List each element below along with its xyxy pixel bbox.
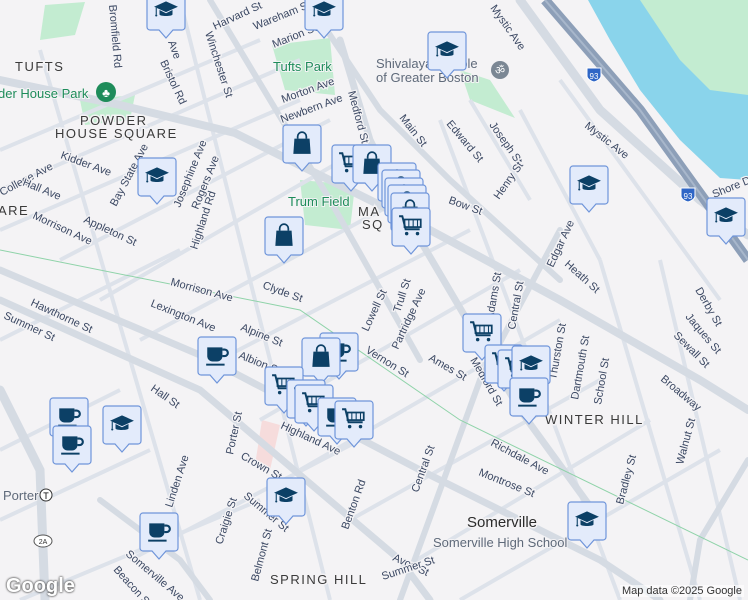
cafe-marker[interactable] bbox=[197, 336, 237, 384]
svg-text:Walnut St: Walnut St bbox=[674, 417, 698, 466]
svg-text:WINTER HILL: WINTER HILL bbox=[545, 412, 644, 427]
svg-text:Craigie St: Craigie St bbox=[213, 496, 239, 546]
svg-text:93: 93 bbox=[684, 192, 693, 201]
svg-text:TUFTS: TUFTS bbox=[15, 59, 64, 74]
svg-text:Lowell St: Lowell St bbox=[360, 288, 390, 334]
svg-text:Winchester St: Winchester St bbox=[202, 30, 235, 99]
svg-text:Somerville High School: Somerville High School bbox=[433, 535, 568, 550]
svg-text:Morrison Ave: Morrison Ave bbox=[31, 210, 94, 248]
google-logo: Google bbox=[6, 575, 75, 597]
school-marker[interactable] bbox=[146, 0, 186, 39]
route-2a-shield: 2A bbox=[33, 534, 53, 548]
svg-text:T: T bbox=[43, 491, 49, 501]
svg-text:Mystic Ave: Mystic Ave bbox=[488, 3, 528, 53]
school-marker[interactable] bbox=[569, 165, 609, 213]
interstate-93-shield: 93 bbox=[586, 67, 602, 83]
svg-text:ARE: ARE bbox=[0, 203, 29, 218]
svg-text:Porter: Porter bbox=[3, 488, 39, 503]
svg-text:♣: ♣ bbox=[102, 86, 110, 100]
temple-icon: ॐ bbox=[491, 61, 509, 79]
cafe-marker[interactable] bbox=[509, 377, 549, 425]
svg-text:Vernon St: Vernon St bbox=[363, 344, 410, 380]
svg-text:Trum Field: Trum Field bbox=[288, 194, 350, 209]
svg-text:2A: 2A bbox=[39, 539, 48, 546]
school-marker[interactable] bbox=[706, 197, 746, 245]
svg-text:Somerville: Somerville bbox=[467, 514, 537, 531]
school-marker[interactable] bbox=[567, 501, 607, 549]
svg-text:School St: School St bbox=[592, 357, 612, 405]
svg-text:HOUSE SQUARE: HOUSE SQUARE bbox=[55, 126, 178, 141]
school-marker[interactable] bbox=[137, 157, 177, 205]
svg-text:Dartmouth St: Dartmouth St bbox=[569, 335, 592, 401]
park-area-2 bbox=[40, 2, 85, 40]
svg-text:Ames St: Ames St bbox=[427, 352, 469, 383]
svg-text:Montrose St: Montrose St bbox=[477, 467, 536, 500]
transit-icon: T bbox=[39, 488, 53, 502]
svg-text:Hall St: Hall St bbox=[148, 383, 181, 411]
map-canvas[interactable]: 93 93 2A TUFTS POWDER HOUSE SQUARE ARE W… bbox=[0, 0, 748, 600]
svg-text:Hall Ave: Hall Ave bbox=[21, 177, 63, 203]
cafe-marker[interactable] bbox=[52, 425, 92, 473]
park-tree-icon: ♣ bbox=[96, 82, 116, 102]
svg-text:Morrison Ave: Morrison Ave bbox=[169, 276, 234, 304]
svg-text:Heath St: Heath St bbox=[562, 258, 602, 296]
svg-text:of Greater Boston: of Greater Boston bbox=[376, 70, 479, 85]
svg-text:Tufts Park: Tufts Park bbox=[273, 59, 332, 74]
interstate-93-shield: 93 bbox=[680, 187, 696, 203]
svg-text:SPRING HILL: SPRING HILL bbox=[270, 572, 367, 587]
svg-text:SQ: SQ bbox=[362, 217, 384, 232]
svg-text:ॐ: ॐ bbox=[495, 64, 505, 77]
svg-text:Adams St: Adams St bbox=[484, 271, 504, 320]
svg-text:Bromfield Rd: Bromfield Rd bbox=[106, 4, 123, 68]
svg-text:der House Park: der House Park bbox=[0, 86, 89, 101]
svg-text:93: 93 bbox=[590, 72, 599, 81]
svg-text:Linden Ave: Linden Ave bbox=[163, 454, 191, 509]
svg-text:Clyde St: Clyde St bbox=[261, 280, 304, 305]
map-attribution[interactable]: Map data ©2025 Google bbox=[619, 585, 744, 597]
school-marker[interactable] bbox=[102, 405, 142, 453]
